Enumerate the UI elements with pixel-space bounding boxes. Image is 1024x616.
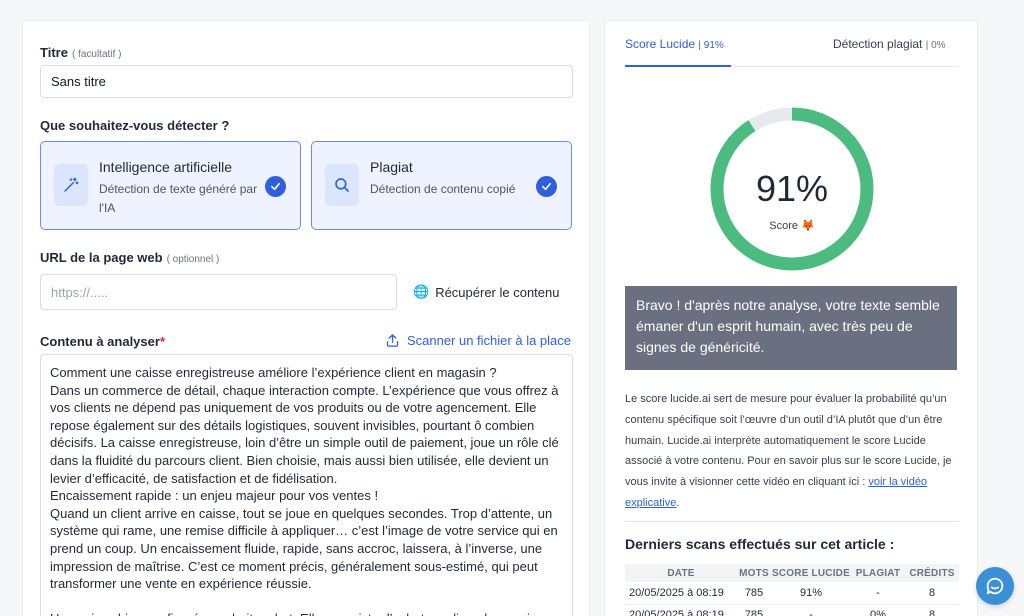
header-score: SCORE LUCIDE [771, 564, 851, 582]
verdict-box: Bravo ! d'après notre analyse, votre tex… [625, 286, 957, 370]
option-ai-desc: Détection de texte généré par l'IA [99, 182, 258, 215]
url-hint: ( optionnel ) [166, 254, 220, 265]
results-tabs: Score Lucide | 91% Détection plagiat | 0… [625, 37, 959, 67]
tab-plagiarism-label: Détection plagiat [833, 37, 923, 51]
table-row: 20/05/2025 à 08:19 785 91% - 8 [625, 582, 959, 605]
results-panel: Score Lucide | 91% Détection plagiat | 0… [604, 20, 978, 616]
score-value: 91% [755, 168, 829, 209]
option-plagiarism-card[interactable]: Plagiat Détection de contenu copié [311, 141, 572, 230]
required-mark: * [159, 334, 165, 349]
scan-credits: 8 [905, 582, 959, 605]
score-explanation: Le score lucide.ai sert de mesure pour é… [625, 389, 959, 514]
option-plagiarism-title: Plagiat [370, 159, 413, 175]
scan-file-label: Scanner un fichier à la place [406, 333, 571, 348]
upload-icon [386, 334, 399, 347]
scan-credits: 8 [905, 604, 959, 616]
fetch-content-button[interactable]: 🌐 Récupérer le contenu [413, 274, 571, 310]
header-date: DATE [625, 564, 737, 582]
scan-words: 785 [737, 604, 771, 616]
magic-wand-icon [54, 164, 88, 206]
scan-plagiarism: 0% [851, 604, 905, 616]
header-words: MOTS [737, 564, 771, 582]
title-input[interactable]: Sans titre [40, 65, 573, 98]
search-icon [325, 164, 359, 206]
option-ai-title: Intelligence artificielle [99, 159, 233, 175]
table-row: 20/05/2025 à 08:19 785 - 0% 8 [625, 604, 959, 616]
content-textarea[interactable]: Comment une caisse enregistreuse amélior… [40, 354, 573, 616]
scan-score: 91% [771, 582, 851, 605]
option-ai-card[interactable]: Intelligence artificielle Détection de t… [40, 141, 301, 230]
scan-date: 20/05/2025 à 08:19 [625, 582, 737, 605]
header-credits: CRÉDITS [905, 564, 959, 582]
score-caption: Score 🦊 [769, 220, 815, 232]
score-gauge: 91% Score 🦊 [704, 101, 880, 277]
divider [625, 521, 959, 522]
scans-table: DATE MOTS SCORE LUCIDE PLAGIAT CRÉDITS 2… [625, 564, 959, 616]
chat-button[interactable] [976, 567, 1014, 605]
scans-header-row: DATE MOTS SCORE LUCIDE PLAGIAT CRÉDITS [625, 564, 959, 582]
checkmark-icon[interactable] [265, 176, 286, 197]
scans-title: Derniers scans effectués sur cet article… [625, 536, 895, 552]
scan-plagiarism: - [851, 582, 905, 605]
url-input[interactable]: https://..... [40, 274, 397, 310]
scan-date: 20/05/2025 à 08:19 [625, 604, 737, 616]
detect-label: Que souhaitez-vous détecter ? [40, 118, 230, 133]
scan-words: 785 [737, 582, 771, 605]
fetch-content-label: Récupérer le contenu [435, 284, 560, 300]
checkmark-icon[interactable] [536, 176, 557, 197]
tab-plagiarism-pct: 0% [931, 40, 946, 51]
globe-icon: 🌐 [413, 284, 430, 299]
option-plagiarism-desc: Détection de contenu copié [370, 182, 516, 196]
scan-score: - [771, 604, 851, 616]
tab-score-lucide-pct: 91% [703, 40, 724, 51]
explanation-text: Le score lucide.ai sert de mesure pour é… [625, 393, 952, 489]
url-label: URL de la page web( optionnel ) [40, 250, 220, 265]
tab-plagiarism[interactable]: Détection plagiat | 0% [833, 37, 946, 67]
title-hint: ( facultatif ) [71, 49, 122, 60]
tab-score-lucide-label: Score Lucide [625, 37, 696, 51]
header-plagiarism: PLAGIAT [851, 564, 905, 582]
scan-file-link[interactable]: Scanner un fichier à la place [385, 333, 571, 348]
title-label: Titre( facultatif ) [40, 45, 122, 60]
analysis-form: Titre( facultatif ) Sans titre Que souha… [22, 20, 590, 616]
explanation-end: . [676, 496, 680, 509]
content-label: Contenu à analyser* [40, 334, 165, 349]
chat-bubble-icon [986, 577, 1004, 595]
tab-score-lucide[interactable]: Score Lucide | 91% [625, 37, 731, 67]
